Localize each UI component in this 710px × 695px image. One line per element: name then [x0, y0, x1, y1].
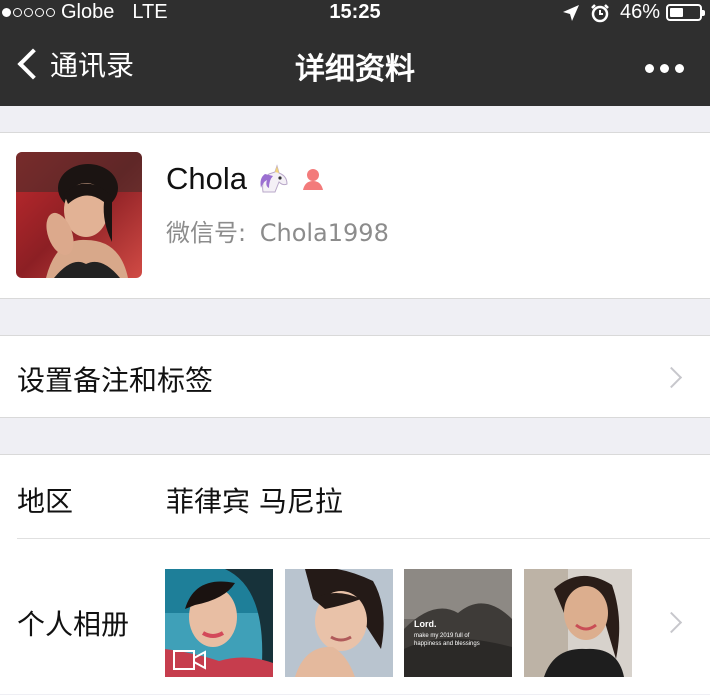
back-button[interactable]: 通讯录: [14, 44, 134, 84]
more-button[interactable]: [639, 64, 684, 73]
status-right: 46%: [562, 1, 705, 24]
back-chevron-icon: [17, 48, 49, 80]
region-row: 地区 菲律宾 马尼拉: [0, 455, 710, 539]
battery-percent: 46%: [619, 1, 660, 23]
back-label: 通讯录: [50, 49, 135, 82]
set-remark-label: 设置备注和标签: [17, 364, 214, 397]
quote-line-2: happiness and blessings: [414, 641, 480, 647]
unicorn-emoji-icon: [260, 164, 288, 193]
video-icon: [173, 650, 206, 670]
region-value: 菲律宾 马尼拉: [166, 485, 343, 518]
album-thumbnail-1[interactable]: [165, 569, 273, 677]
album-thumbnail-2[interactable]: [285, 569, 393, 677]
alarm-icon: [591, 3, 609, 22]
quote-line-1: make my 2019 full of: [414, 633, 470, 639]
info-card: 地区 菲律宾 马尼拉 个人相册 Lord. make my 2019 full …: [0, 454, 710, 694]
wechat-id-label: 微信号:: [166, 219, 247, 247]
location-arrow-icon: [562, 4, 579, 21]
album-thumbnail-4[interactable]: [524, 569, 632, 677]
chevron-right-icon: [660, 611, 683, 634]
avatar-photo: [16, 152, 142, 278]
album-label: 个人相册: [17, 608, 130, 641]
wechat-id-value: Chola1998: [259, 219, 389, 247]
quote-title: Lord.: [414, 619, 437, 629]
female-icon: [303, 169, 323, 190]
set-remark-and-tags-row[interactable]: 设置备注和标签: [0, 335, 710, 418]
chevron-right-icon: [660, 366, 683, 389]
battery-icon: [666, 4, 705, 21]
region-label: 地区: [17, 485, 74, 518]
status-bar: Globe LTE 15:25 46%: [0, 0, 710, 26]
name-row: Chola: [166, 161, 327, 197]
personal-album-row[interactable]: 个人相册 Lord. make my 2019 full of happines…: [0, 539, 710, 695]
profile-name: Chola: [166, 161, 247, 196]
nav-bar: 通讯录 详细资料: [0, 26, 710, 106]
avatar[interactable]: [16, 152, 142, 278]
more-icon: [645, 64, 654, 73]
album-thumbnail-3[interactable]: Lord. make my 2019 full of happiness and…: [404, 569, 512, 677]
profile-card[interactable]: Chola 微信号: Chola1998: [0, 132, 710, 299]
wechat-id-row: 微信号: Chola1998: [166, 213, 389, 248]
